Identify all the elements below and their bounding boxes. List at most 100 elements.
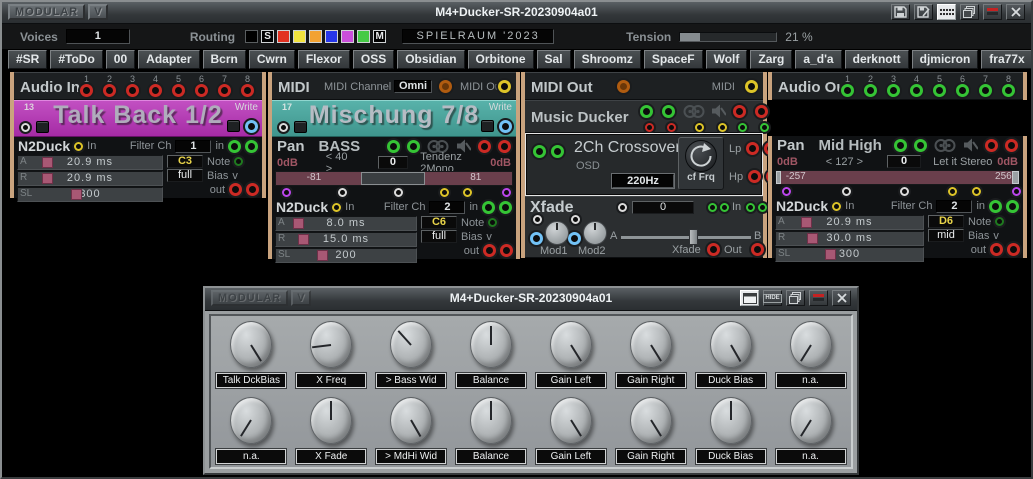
green-jack-2[interactable]	[864, 84, 877, 97]
red-jack-2[interactable]	[103, 84, 116, 97]
yellow-minijack[interactable]	[695, 123, 704, 132]
pan-slider-handle[interactable]	[776, 171, 781, 184]
talkback-minijack[interactable]	[21, 123, 30, 132]
pan-slider-cap[interactable]	[1012, 171, 1019, 184]
ducker-in-right-jack[interactable]	[662, 105, 675, 118]
green-jack-3[interactable]	[887, 84, 900, 97]
knob-n-a-[interactable]	[230, 397, 272, 444]
knob--mdhi-wid[interactable]	[390, 397, 432, 444]
release-slider[interactable]: R 20.9 ms	[17, 171, 163, 186]
preset-button-Wolf[interactable]: Wolf	[706, 50, 748, 69]
mischung-minijack[interactable]	[279, 123, 288, 132]
sl-handle[interactable]	[825, 249, 836, 260]
preset-button-Flexor[interactable]: Flexor	[298, 50, 350, 69]
yellow-minijack[interactable]	[440, 188, 449, 197]
structure-window-icon[interactable]	[740, 290, 759, 306]
green-jack-4[interactable]	[910, 84, 923, 97]
mischung-button[interactable]	[294, 121, 307, 133]
bias-mode[interactable]: v	[232, 170, 238, 182]
xfade-cv-jack[interactable]	[618, 203, 627, 212]
attack-slider[interactable]: A 20.9 ms	[17, 155, 163, 170]
routing-black-swatch[interactable]	[245, 30, 258, 43]
close-button[interactable]	[832, 290, 851, 306]
minimize-button[interactable]	[809, 290, 828, 306]
pan-value[interactable]: 0	[378, 156, 409, 169]
pan-out-left-jack[interactable]	[985, 139, 998, 152]
preset-button-derknott[interactable]: derknott	[845, 50, 909, 69]
xfade-out-right-jack[interactable]	[751, 243, 764, 256]
talkback-write-jack[interactable]	[245, 120, 258, 133]
note-value[interactable]: C6	[421, 216, 457, 229]
cf-frq-knob[interactable]	[685, 140, 717, 172]
red-minijack[interactable]	[667, 123, 676, 132]
in-a-left-jack[interactable]	[708, 203, 717, 212]
pan-width-slider[interactable]: -257 256	[775, 170, 1020, 185]
audio-in-left-jack[interactable]	[989, 200, 1002, 213]
ducker-out-left-jack[interactable]	[733, 105, 746, 118]
xfade-slider[interactable]	[621, 236, 751, 240]
audio-in-left-jack[interactable]	[482, 201, 495, 214]
knob-duck-bias[interactable]	[710, 397, 752, 444]
save-as-icon[interactable]	[914, 4, 933, 20]
talkback-write-button[interactable]	[227, 120, 240, 132]
pan-out-right-jack[interactable]	[1005, 139, 1018, 152]
red-jack-7[interactable]	[218, 84, 231, 97]
knob-gain-right[interactable]	[630, 321, 672, 368]
crossover-in-left-jack[interactable]	[533, 145, 546, 158]
mod2-in-jack[interactable]	[568, 232, 581, 245]
attack-handle[interactable]	[801, 217, 812, 228]
sl-slider[interactable]: SL 300	[775, 247, 924, 262]
routing-orange-swatch[interactable]	[309, 30, 322, 43]
attack-handle[interactable]	[42, 157, 53, 168]
audio-in-right-jack[interactable]	[499, 201, 512, 214]
mute-speaker-icon[interactable]	[963, 138, 978, 152]
yellow-minijack[interactable]	[948, 187, 957, 196]
preset-button-a_d'a[interactable]: a_d'a	[795, 50, 841, 69]
midi-activity-jack[interactable]	[439, 80, 452, 93]
preset-button-Zarg[interactable]: Zarg	[750, 50, 792, 69]
voices-value[interactable]: 1	[66, 29, 130, 44]
purple-minijack[interactable]	[782, 187, 791, 196]
attack-handle[interactable]	[293, 218, 304, 229]
knob-talk-dckbias[interactable]	[230, 321, 272, 368]
main-titlebar[interactable]: MODULAR V M4+Ducker-SR-20230904a01	[2, 2, 1031, 24]
knob-x-fade[interactable]	[310, 397, 352, 444]
note-jack[interactable]	[995, 217, 1004, 226]
in-b-left-jack[interactable]	[746, 203, 755, 212]
audio-in-left-jack[interactable]	[228, 140, 241, 153]
midi-channel-value[interactable]: Omni	[394, 80, 432, 93]
crossover-freq-display[interactable]: 220Hz	[612, 174, 674, 188]
pan-width-slider[interactable]: -81 81	[275, 171, 513, 186]
lp-left-jack[interactable]	[746, 142, 759, 155]
xfade-value[interactable]: 0	[632, 201, 694, 214]
midi-out-jack[interactable]	[745, 80, 758, 93]
pan-value[interactable]: 0	[887, 155, 921, 168]
out-right-jack[interactable]	[500, 244, 513, 257]
yellow-minijack[interactable]	[972, 187, 981, 196]
panel-grid-icon[interactable]	[937, 4, 956, 20]
release-handle[interactable]	[42, 173, 53, 184]
preset-button-Cwrn[interactable]: Cwrn	[249, 50, 295, 69]
preset-button-OSS[interactable]: OSS	[353, 50, 394, 69]
sl-slider[interactable]: SL 300	[17, 187, 163, 202]
routing-blue-swatch[interactable]	[325, 30, 338, 43]
snapshot-display[interactable]: SPIELRAUM '2023	[402, 29, 554, 44]
pan-in-right-jack[interactable]	[914, 139, 927, 152]
knob-n-a-[interactable]	[790, 321, 832, 368]
yellow-minijack[interactable]	[718, 123, 727, 132]
routing-yellow-swatch[interactable]	[293, 30, 306, 43]
pan-mode[interactable]: Let it Stereo	[933, 156, 992, 168]
mischung-write-button[interactable]	[481, 120, 494, 132]
green-jack-8[interactable]	[1002, 84, 1015, 97]
bias-value[interactable]: full	[421, 230, 457, 243]
pan-out-right-jack[interactable]	[498, 140, 511, 153]
note-jack[interactable]	[234, 157, 243, 166]
xfade-slider-handle[interactable]	[689, 229, 698, 245]
preset-button-00[interactable]: 00	[106, 50, 135, 69]
close-button[interactable]	[1006, 4, 1025, 20]
routing-red-swatch[interactable]	[277, 30, 290, 43]
red-jack-5[interactable]	[172, 84, 185, 97]
release-slider[interactable]: R 30.0 ms	[775, 231, 924, 246]
hide-panel-icon[interactable]: HIDE	[763, 290, 782, 306]
knob--bass-wid[interactable]	[390, 321, 432, 368]
